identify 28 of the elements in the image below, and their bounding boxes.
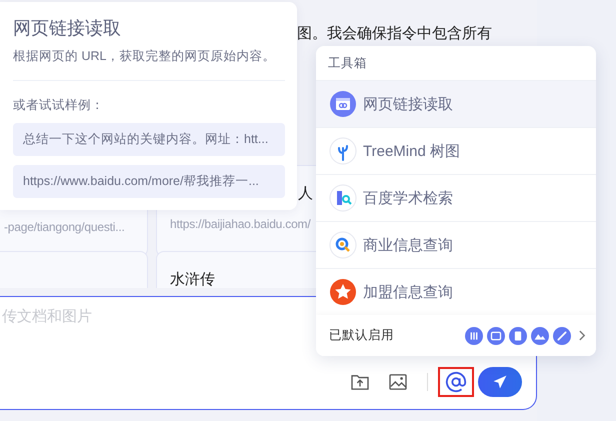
audio-bars-icon[interactable] — [465, 326, 483, 344]
send-button[interactable] — [478, 367, 522, 397]
tool-description: 根据网页的 URL，获取完整的网页原始内容。 — [13, 48, 276, 65]
link-icon — [329, 90, 357, 118]
mention-button[interactable] — [438, 367, 474, 397]
tool-item[interactable]: 网页链接读取 — [316, 80, 596, 127]
paper-plane-icon — [492, 374, 508, 390]
image-icon[interactable] — [389, 374, 407, 390]
examples-label: 或者试试样例： — [13, 97, 105, 114]
tool-item[interactable]: 百度学术检索 — [316, 174, 596, 221]
folder-upload-icon[interactable] — [351, 374, 369, 390]
tree-icon — [329, 137, 357, 165]
example-prompt[interactable]: 总结一下这个网站的关键内容。网址：htt... — [13, 123, 285, 156]
chevron-right-icon[interactable] — [579, 330, 586, 341]
chat-icon[interactable] — [487, 326, 505, 344]
document-icon[interactable] — [509, 326, 527, 344]
magnifier-icon — [329, 231, 357, 259]
book-search-icon — [329, 184, 357, 212]
chat-message-text: 图。我会确保指令中包含所有 — [297, 24, 493, 43]
enabled-by-default-label: 已默认启用 — [329, 327, 394, 344]
example-prompt[interactable]: https://www.baidu.com/more/帮我推荐一... — [13, 165, 285, 198]
tool-item[interactable]: TreeMind 树图 — [316, 127, 596, 174]
tool-title: 网页链接读取 — [13, 17, 122, 40]
at-sign-icon — [445, 371, 467, 393]
toolbox-title: 工具箱 — [327, 55, 368, 72]
tool-item[interactable]: 商业信息查询 — [316, 221, 596, 268]
mountain-icon[interactable] — [531, 326, 549, 344]
pen-icon[interactable] — [553, 326, 571, 344]
